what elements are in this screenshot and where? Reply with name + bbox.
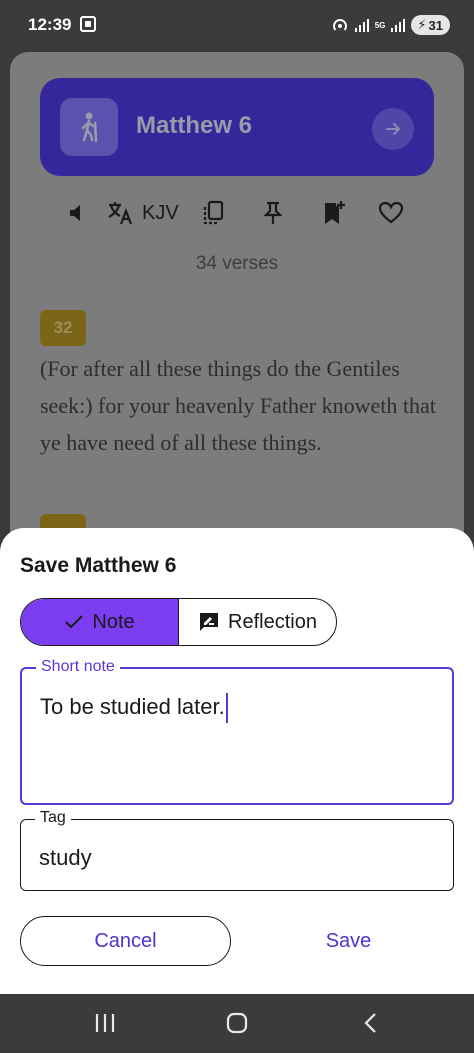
bookmark-add-icon[interactable] — [322, 200, 346, 226]
recents-icon[interactable] — [94, 1013, 116, 1033]
short-note-field[interactable]: Short note To be studied later. — [20, 658, 454, 805]
translate-icon[interactable] — [107, 200, 135, 226]
segment-note-label: Note — [92, 610, 135, 633]
note-type-toggle: Note Reflection — [20, 598, 337, 646]
home-icon[interactable] — [226, 1012, 248, 1034]
save-bottom-sheet: Save Matthew 6 Note Reflection Short not… — [0, 528, 474, 994]
tag-label: Tag — [35, 809, 71, 827]
chapter-title: Matthew 6 — [136, 112, 253, 139]
short-note-label: Short note — [36, 658, 120, 676]
signal-icon — [391, 18, 406, 32]
chapter-toolbar: KJV — [10, 198, 464, 228]
hotspot-icon — [332, 19, 347, 31]
short-note-input[interactable]: To be studied later. — [40, 693, 228, 723]
text-cursor — [225, 693, 228, 723]
arrow-right-icon[interactable] — [372, 108, 414, 150]
status-icons: 5G ⚡ 31 — [331, 15, 450, 35]
segment-reflection[interactable]: Reflection — [179, 599, 336, 645]
battery-charging-icon: ⚡ 31 — [411, 15, 450, 35]
segment-note[interactable]: Note — [21, 599, 179, 645]
segment-reflection-label: Reflection — [228, 610, 317, 633]
tag-field[interactable]: Tag study — [20, 809, 454, 891]
pin-icon[interactable] — [262, 200, 284, 226]
short-note-value: To be studied later. — [40, 693, 225, 719]
back-icon[interactable] — [362, 1012, 378, 1034]
rate-review-icon — [200, 613, 219, 631]
chapter-card[interactable]: Matthew 6 — [40, 78, 434, 176]
copy-icon[interactable] — [201, 200, 225, 226]
verse-count: 34 verses — [195, 253, 279, 274]
screenshot-icon — [80, 16, 96, 32]
signal-icon — [354, 18, 369, 32]
verse-number-badge[interactable]: 32 — [40, 310, 86, 346]
system-nav-bar — [0, 994, 474, 1053]
tag-input[interactable]: study — [39, 845, 92, 871]
cancel-button[interactable]: Cancel — [20, 916, 231, 966]
sheet-title: Save Matthew 6 — [20, 554, 177, 577]
heart-icon[interactable] — [378, 201, 404, 225]
status-bar: 12:39 5G ⚡ 31 — [0, 0, 474, 52]
battery-level: 31 — [428, 17, 443, 33]
volume-icon[interactable] — [66, 202, 86, 224]
network-type: 5G — [374, 20, 386, 30]
check-icon — [65, 615, 84, 629]
save-button[interactable]: Save — [243, 916, 454, 966]
translation-label[interactable]: KJV — [142, 202, 179, 225]
verse-text[interactable]: (For after all these things do the Genti… — [40, 350, 450, 461]
status-time: 12:39 — [28, 15, 72, 34]
walking-person-icon — [60, 98, 118, 156]
